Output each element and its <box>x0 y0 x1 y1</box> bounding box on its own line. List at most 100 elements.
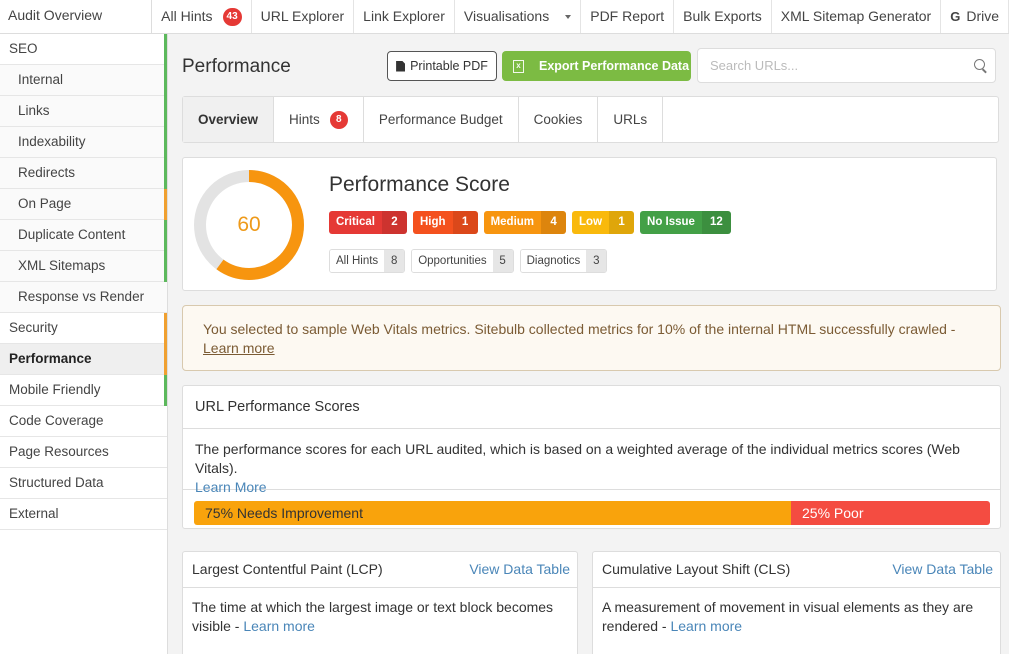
severity-filter-low[interactable]: Low 1 <box>572 211 635 234</box>
status-indicator <box>164 34 167 65</box>
sidebar-item-label: Redirects <box>18 165 76 180</box>
nav-drive[interactable]: G Drive <box>941 0 1009 33</box>
score-segment-poor[interactable]: 25% Poor <box>791 501 990 525</box>
hint-filter-count: 8 <box>384 250 405 272</box>
lcp-view-data-table-link[interactable]: View Data Table <box>469 552 570 587</box>
severity-count: 1 <box>609 211 635 234</box>
sidebar-item-code-coverage[interactable]: Code Coverage <box>0 406 167 437</box>
hint-filter-label: Opportunities <box>412 250 493 272</box>
tab-cookies[interactable]: Cookies <box>519 97 599 142</box>
score-segment-needs-improvement[interactable]: 75% Needs Improvement <box>194 501 791 525</box>
sidebar-item-on-page[interactable]: On Page <box>0 189 167 220</box>
sidebar-item-indexability[interactable]: Indexability <box>0 127 167 158</box>
severity-label: Medium <box>490 216 535 228</box>
hint-filter-label: All Hints <box>330 250 385 272</box>
severity-filter-medium[interactable]: Medium 4 <box>483 211 567 234</box>
sidebar-item-structured-data[interactable]: Structured Data <box>0 468 167 499</box>
sidebar-item-label: Security <box>9 320 58 335</box>
nav-pdf-report[interactable]: PDF Report <box>581 0 675 33</box>
hints-count-badge: 8 <box>329 110 348 129</box>
sidebar-item-label: Performance <box>9 351 92 366</box>
status-indicator <box>164 189 167 220</box>
nav-xml-sitemap-generator[interactable]: XML Sitemap Generator <box>772 0 942 33</box>
document-icon <box>396 60 406 72</box>
sidebar-item-label: Mobile Friendly <box>9 382 101 397</box>
sidebar-item-duplicate-content[interactable]: Duplicate Content <box>0 220 167 251</box>
hint-filter-all-hints[interactable]: All Hints 8 <box>329 249 406 273</box>
tab-overview[interactable]: Overview <box>183 97 275 142</box>
tab-label: Cookies <box>533 111 583 127</box>
cls-learn-more-link[interactable]: Learn more <box>670 618 742 634</box>
sidebar-item-mobile-friendly[interactable]: Mobile Friendly <box>0 375 167 406</box>
sidebar-item-label: External <box>9 506 59 521</box>
status-indicator <box>164 344 167 375</box>
status-indicator <box>164 158 167 189</box>
score-title: Performance Score <box>329 173 510 196</box>
url-scores-description-text: The performance scores for each URL audi… <box>195 441 960 476</box>
sidebar-item-response-vs-render[interactable]: Response vs Render <box>0 282 167 313</box>
export-performance-data-button[interactable]: x Export Performance Data <box>502 51 691 81</box>
audit-overview-link[interactable]: Audit Overview <box>0 0 153 33</box>
nav-link-explorer[interactable]: Link Explorer <box>354 0 455 33</box>
sidebar-item-external[interactable]: External <box>0 499 167 530</box>
severity-filter-high[interactable]: High 1 <box>413 211 478 234</box>
hint-filter-label: Diagnotics <box>520 250 587 272</box>
url-scores-learn-more-link[interactable]: Learn More <box>195 479 267 495</box>
nav-url-explorer[interactable]: URL Explorer <box>252 0 355 33</box>
severity-filter-no-issue[interactable]: No Issue 12 <box>640 211 731 234</box>
cls-description: A measurement of movement in visual elem… <box>593 588 1000 646</box>
alert-learn-more-link[interactable]: Learn more <box>203 340 275 356</box>
severity-label: No Issue <box>647 216 695 228</box>
severity-label: Critical <box>336 216 375 228</box>
search-icon[interactable] <box>974 59 985 70</box>
sidebar-item-page-resources[interactable]: Page Resources <box>0 437 167 468</box>
sidebar-item-label: XML Sitemaps <box>18 258 106 273</box>
status-indicator <box>164 220 167 251</box>
tab-hints[interactable]: Hints 8 <box>274 97 364 142</box>
hint-filter-count: 5 <box>492 250 513 272</box>
sidebar-item-links[interactable]: Links <box>0 96 167 127</box>
sidebar-item-label: Links <box>18 103 50 118</box>
sidebar-item-security[interactable]: Security <box>0 313 167 344</box>
tab-label: Hints <box>289 111 320 127</box>
search-box <box>697 48 996 83</box>
nav-all-hints[interactable]: All Hints 43 <box>152 0 252 33</box>
hint-filter-opportunities[interactable]: Opportunities 5 <box>411 249 514 273</box>
hint-filter-diagnotics[interactable]: Diagnotics 3 <box>519 249 608 273</box>
sidebar-item-internal[interactable]: Internal <box>0 65 167 96</box>
status-indicator <box>164 127 167 158</box>
printable-pdf-button[interactable]: Printable PDF <box>387 51 497 81</box>
sidebar-item-label: Duplicate Content <box>18 227 126 242</box>
top-nav: Audit Overview All Hints 43 URL Explorer… <box>0 0 1009 34</box>
cls-title: Cumulative Layout Shift (CLS) <box>602 561 791 577</box>
severity-label: Low <box>579 216 603 228</box>
sidebar-item-label: Code Coverage <box>9 413 104 428</box>
performance-score-card: 60 Performance Score Critical 2 High 1 Mediu… <box>182 157 997 291</box>
lcp-title: Largest Contentful Paint (LCP) <box>192 561 383 577</box>
status-indicator <box>164 251 167 282</box>
tab-performance-budget[interactable]: Performance Budget <box>364 97 519 142</box>
hint-type-filters: All Hints 8 Opportunities 5 Diagnotics 3 <box>329 249 608 273</box>
lcp-learn-more-link[interactable]: Learn more <box>243 618 315 634</box>
cls-view-data-table-link[interactable]: View Data Table <box>892 552 993 587</box>
sidebar-item-redirects[interactable]: Redirects <box>0 158 167 189</box>
sidebar-item-label: Page Resources <box>9 444 109 459</box>
search-urls-input[interactable] <box>698 49 948 82</box>
status-indicator <box>164 375 167 406</box>
sidebar-item-seo[interactable]: SEO <box>0 34 167 65</box>
all-hints-count-badge: 43 <box>222 7 242 26</box>
hint-filter-count: 3 <box>586 250 607 272</box>
severity-label: High <box>420 216 446 228</box>
nav-bulk-exports[interactable]: Bulk Exports <box>674 0 772 33</box>
severity-filter-critical[interactable]: Critical 2 <box>329 211 407 234</box>
sidebar-item-performance[interactable]: Performance <box>0 344 167 375</box>
nav-visualisations-dropdown[interactable]: Visualisations <box>455 0 582 33</box>
section-tabs: Overview Hints 8 Performance Budget Cookies U… <box>182 96 999 143</box>
url-scores-title: URL Performance Scores <box>183 386 1000 429</box>
google-g-icon: G <box>950 9 961 24</box>
tab-urls[interactable]: URLs <box>598 97 664 142</box>
cls-description-text: A measurement of movement in visual elem… <box>602 599 974 634</box>
status-indicator <box>164 96 167 127</box>
nav-drive-label: Drive <box>966 8 999 24</box>
sidebar-item-xml-sitemaps[interactable]: XML Sitemaps <box>0 251 167 282</box>
